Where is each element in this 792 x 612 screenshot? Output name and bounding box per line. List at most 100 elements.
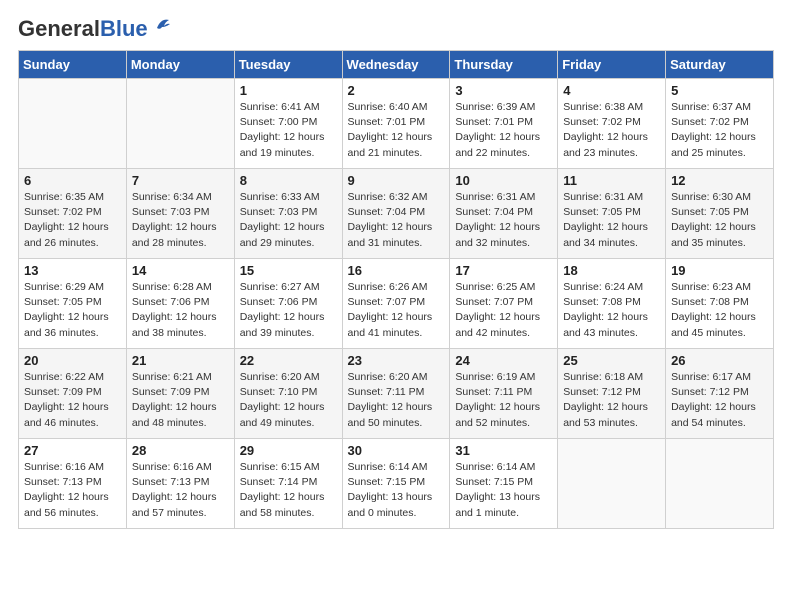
day-info: Sunrise: 6:41 AM Sunset: 7:00 PM Dayligh…	[240, 100, 337, 161]
calendar-cell: 8 Sunrise: 6:33 AM Sunset: 7:03 PM Daylig…	[234, 169, 342, 259]
day-number: 14	[132, 263, 229, 278]
calendar-week-row: 13 Sunrise: 6:29 AM Sunset: 7:05 PM Dayli…	[19, 259, 774, 349]
calendar-cell: 16 Sunrise: 6:26 AM Sunset: 7:07 PM Dayli…	[342, 259, 450, 349]
day-info: Sunrise: 6:20 AM Sunset: 7:10 PM Dayligh…	[240, 370, 337, 431]
day-info: Sunrise: 6:26 AM Sunset: 7:07 PM Dayligh…	[348, 280, 445, 341]
calendar-cell: 29Sunrise: 6:15 AM Sunset: 7:14 PM Dayli…	[234, 439, 342, 529]
day-number: 12	[671, 173, 768, 188]
calendar-cell: 15 Sunrise: 6:27 AM Sunset: 7:06 PM Dayli…	[234, 259, 342, 349]
calendar-table: SundayMondayTuesdayWednesdayThursdayFrid…	[18, 50, 774, 529]
calendar-cell: 19 Sunrise: 6:23 AM Sunset: 7:08 PM Dayli…	[666, 259, 774, 349]
day-info: Sunrise: 6:21 AM Sunset: 7:09 PM Dayligh…	[132, 370, 229, 431]
calendar-week-row: 1 Sunrise: 6:41 AM Sunset: 7:00 PM Daylig…	[19, 79, 774, 169]
calendar-cell: 3 Sunrise: 6:39 AM Sunset: 7:01 PM Daylig…	[450, 79, 558, 169]
day-number: 28	[132, 443, 229, 458]
calendar-cell: 6 Sunrise: 6:35 AM Sunset: 7:02 PM Daylig…	[19, 169, 127, 259]
day-info: Sunrise: 6:27 AM Sunset: 7:06 PM Dayligh…	[240, 280, 337, 341]
calendar-weekday-header: Wednesday	[342, 51, 450, 79]
day-info: Sunrise: 6:14 AM Sunset: 7:15 PM Dayligh…	[348, 460, 445, 521]
day-number: 18	[563, 263, 660, 278]
calendar-week-row: 20Sunrise: 6:22 AM Sunset: 7:09 PM Dayli…	[19, 349, 774, 439]
calendar-cell: 10 Sunrise: 6:31 AM Sunset: 7:04 PM Dayli…	[450, 169, 558, 259]
calendar-cell: 23 Sunrise: 6:20 AM Sunset: 7:11 PM Dayli…	[342, 349, 450, 439]
day-number: 7	[132, 173, 229, 188]
calendar-cell: 30 Sunrise: 6:14 AM Sunset: 7:15 PM Dayli…	[342, 439, 450, 529]
day-number: 3	[455, 83, 552, 98]
logo-text: GeneralBlue	[18, 18, 148, 40]
day-info: Sunrise: 6:39 AM Sunset: 7:01 PM Dayligh…	[455, 100, 552, 161]
day-number: 31	[455, 443, 552, 458]
day-info: Sunrise: 6:31 AM Sunset: 7:05 PM Dayligh…	[563, 190, 660, 251]
day-info: Sunrise: 6:33 AM Sunset: 7:03 PM Dayligh…	[240, 190, 337, 251]
day-info: Sunrise: 6:24 AM Sunset: 7:08 PM Dayligh…	[563, 280, 660, 341]
calendar-cell: 1 Sunrise: 6:41 AM Sunset: 7:00 PM Daylig…	[234, 79, 342, 169]
day-number: 27	[24, 443, 121, 458]
calendar-cell: 9 Sunrise: 6:32 AM Sunset: 7:04 PM Daylig…	[342, 169, 450, 259]
calendar-cell: 4Sunrise: 6:38 AM Sunset: 7:02 PM Daylig…	[558, 79, 666, 169]
calendar-cell	[19, 79, 127, 169]
calendar-cell: 2Sunrise: 6:40 AM Sunset: 7:01 PM Daylig…	[342, 79, 450, 169]
day-info: Sunrise: 6:31 AM Sunset: 7:04 PM Dayligh…	[455, 190, 552, 251]
day-info: Sunrise: 6:22 AM Sunset: 7:09 PM Dayligh…	[24, 370, 121, 431]
day-number: 11	[563, 173, 660, 188]
calendar-cell: 18 Sunrise: 6:24 AM Sunset: 7:08 PM Dayli…	[558, 259, 666, 349]
day-number: 10	[455, 173, 552, 188]
day-number: 9	[348, 173, 445, 188]
calendar-cell: 26Sunrise: 6:17 AM Sunset: 7:12 PM Dayli…	[666, 349, 774, 439]
calendar-cell: 11 Sunrise: 6:31 AM Sunset: 7:05 PM Dayli…	[558, 169, 666, 259]
calendar-cell	[666, 439, 774, 529]
day-info: Sunrise: 6:19 AM Sunset: 7:11 PM Dayligh…	[455, 370, 552, 431]
day-number: 23	[348, 353, 445, 368]
day-number: 8	[240, 173, 337, 188]
calendar-week-row: 6 Sunrise: 6:35 AM Sunset: 7:02 PM Daylig…	[19, 169, 774, 259]
day-number: 1	[240, 83, 337, 98]
day-number: 19	[671, 263, 768, 278]
day-info: Sunrise: 6:14 AM Sunset: 7:15 PM Dayligh…	[455, 460, 552, 521]
calendar-cell: 13 Sunrise: 6:29 AM Sunset: 7:05 PM Dayli…	[19, 259, 127, 349]
calendar-cell: 25Sunrise: 6:18 AM Sunset: 7:12 PM Dayli…	[558, 349, 666, 439]
day-info: Sunrise: 6:23 AM Sunset: 7:08 PM Dayligh…	[671, 280, 768, 341]
calendar-cell: 17Sunrise: 6:25 AM Sunset: 7:07 PM Dayli…	[450, 259, 558, 349]
calendar-cell: 24 Sunrise: 6:19 AM Sunset: 7:11 PM Dayli…	[450, 349, 558, 439]
calendar-cell: 5 Sunrise: 6:37 AM Sunset: 7:02 PM Daylig…	[666, 79, 774, 169]
day-info: Sunrise: 6:40 AM Sunset: 7:01 PM Dayligh…	[348, 100, 445, 161]
calendar-header-row: SundayMondayTuesdayWednesdayThursdayFrid…	[19, 51, 774, 79]
day-info: Sunrise: 6:32 AM Sunset: 7:04 PM Dayligh…	[348, 190, 445, 251]
day-number: 6	[24, 173, 121, 188]
day-number: 15	[240, 263, 337, 278]
day-info: Sunrise: 6:28 AM Sunset: 7:06 PM Dayligh…	[132, 280, 229, 341]
day-info: Sunrise: 6:30 AM Sunset: 7:05 PM Dayligh…	[671, 190, 768, 251]
calendar-cell	[126, 79, 234, 169]
day-info: Sunrise: 6:16 AM Sunset: 7:13 PM Dayligh…	[24, 460, 121, 521]
day-info: Sunrise: 6:34 AM Sunset: 7:03 PM Dayligh…	[132, 190, 229, 251]
calendar-cell: 22 Sunrise: 6:20 AM Sunset: 7:10 PM Dayli…	[234, 349, 342, 439]
calendar-week-row: 27 Sunrise: 6:16 AM Sunset: 7:13 PM Dayli…	[19, 439, 774, 529]
day-number: 22	[240, 353, 337, 368]
day-number: 13	[24, 263, 121, 278]
day-number: 5	[671, 83, 768, 98]
day-info: Sunrise: 6:20 AM Sunset: 7:11 PM Dayligh…	[348, 370, 445, 431]
logo-bird-icon	[151, 14, 173, 36]
calendar-cell	[558, 439, 666, 529]
day-info: Sunrise: 6:16 AM Sunset: 7:13 PM Dayligh…	[132, 460, 229, 521]
day-number: 29	[240, 443, 337, 458]
logo: GeneralBlue	[18, 18, 173, 40]
calendar-cell: 31 Sunrise: 6:14 AM Sunset: 7:15 PM Dayli…	[450, 439, 558, 529]
calendar-weekday-header: Monday	[126, 51, 234, 79]
day-number: 4	[563, 83, 660, 98]
day-info: Sunrise: 6:37 AM Sunset: 7:02 PM Dayligh…	[671, 100, 768, 161]
logo-general: General	[18, 16, 100, 41]
header: GeneralBlue	[18, 18, 774, 40]
calendar-weekday-header: Saturday	[666, 51, 774, 79]
day-number: 30	[348, 443, 445, 458]
day-info: Sunrise: 6:35 AM Sunset: 7:02 PM Dayligh…	[24, 190, 121, 251]
calendar-weekday-header: Sunday	[19, 51, 127, 79]
day-number: 24	[455, 353, 552, 368]
day-number: 16	[348, 263, 445, 278]
calendar-cell: 14 Sunrise: 6:28 AM Sunset: 7:06 PM Dayli…	[126, 259, 234, 349]
day-number: 17	[455, 263, 552, 278]
day-number: 26	[671, 353, 768, 368]
day-info: Sunrise: 6:29 AM Sunset: 7:05 PM Dayligh…	[24, 280, 121, 341]
calendar-weekday-header: Tuesday	[234, 51, 342, 79]
day-number: 21	[132, 353, 229, 368]
